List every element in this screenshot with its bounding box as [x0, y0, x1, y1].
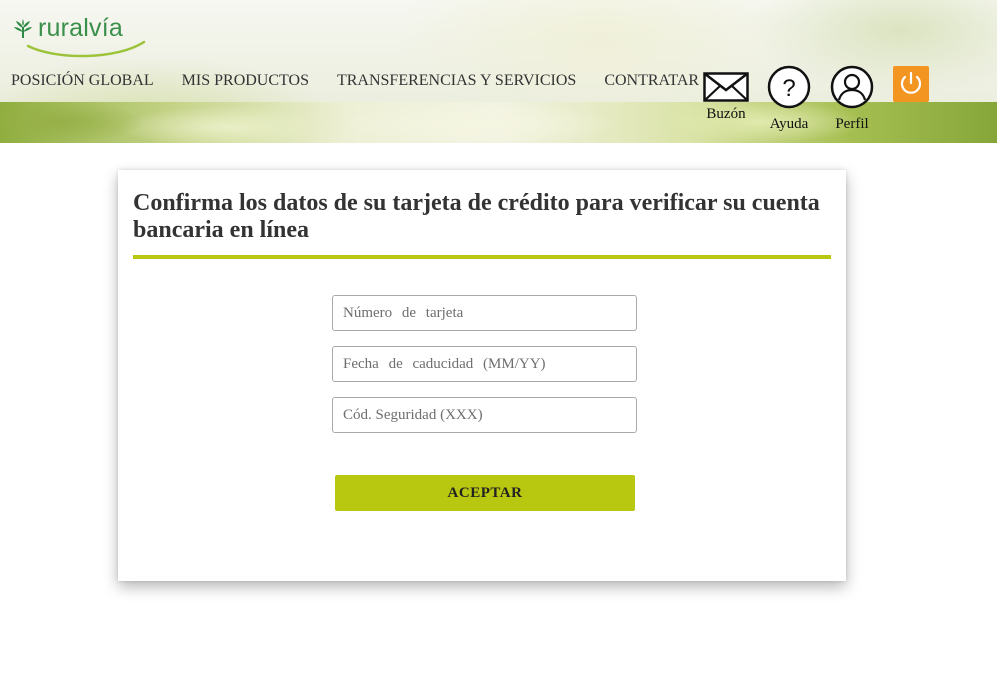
nav-contratar[interactable]: CONTRATAR [604, 72, 699, 90]
nav-mis-productos[interactable]: MIS PRODUCTOS [182, 72, 309, 90]
brand-logo[interactable]: ruralvía [12, 14, 146, 58]
user-icon [830, 65, 874, 109]
expiry-date-input[interactable] [332, 346, 637, 382]
svg-text:?: ? [782, 75, 795, 102]
card-title: Confirma los datos de su tarjeta de créd… [133, 190, 820, 243]
main-nav: POSICIÓN GLOBAL MIS PRODUCTOS TRANSFEREN… [11, 72, 727, 90]
logo-swoosh [26, 40, 146, 58]
buzon-label: Buzón [706, 106, 746, 122]
logout-button[interactable] [893, 66, 929, 102]
nav-posicion-global[interactable]: POSICIÓN GLOBAL [11, 72, 154, 90]
envelope-icon [703, 72, 749, 102]
security-code-input[interactable] [332, 397, 637, 433]
perfil-label: Perfil [835, 116, 869, 132]
accept-button[interactable]: ACEPTAR [335, 475, 635, 511]
verification-card: Confirma los datos de su tarjeta de créd… [118, 170, 846, 581]
title-divider [133, 255, 831, 259]
question-icon: ? [767, 65, 811, 109]
wheat-leaf-icon [14, 19, 32, 38]
power-icon [900, 71, 922, 94]
brand-name: ruralvía [38, 14, 123, 42]
buzon-button[interactable]: Buzón [703, 72, 749, 123]
ayuda-button[interactable]: ? Ayuda [767, 65, 811, 133]
nav-transferencias-servicios[interactable]: TRANSFERENCIAS Y SERVICIOS [337, 72, 576, 90]
ayuda-label: Ayuda [769, 116, 809, 132]
site-header: ruralvía POSICIÓN GLOBAL MIS PRODUCTOS T… [0, 0, 997, 143]
card-number-input[interactable] [332, 295, 637, 331]
perfil-button[interactable]: Perfil [830, 65, 874, 133]
